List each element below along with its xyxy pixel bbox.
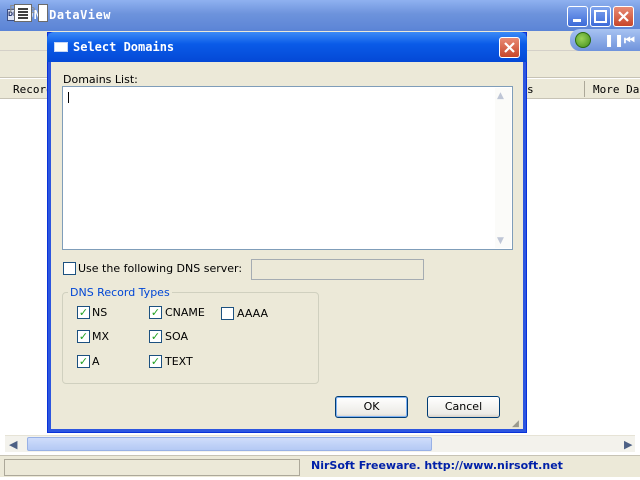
checkmark-icon: ✓ bbox=[150, 355, 161, 368]
use-dns-server-checkbox[interactable] bbox=[63, 262, 76, 275]
checkmark-icon: ✓ bbox=[78, 355, 89, 368]
column-header-s[interactable]: s bbox=[527, 83, 534, 96]
ns-label[interactable]: NS bbox=[92, 306, 107, 319]
maximize-icon bbox=[594, 10, 607, 23]
use-dns-server-label[interactable]: Use the following DNS server: bbox=[78, 262, 242, 275]
checkmark-icon: ✓ bbox=[150, 306, 161, 319]
scroll-right-icon[interactable]: ▶ bbox=[624, 438, 632, 451]
mx-label[interactable]: MX bbox=[92, 330, 109, 343]
scrollbar-thumb[interactable] bbox=[27, 437, 432, 451]
domains-vertical-scrollbar[interactable] bbox=[495, 88, 511, 248]
dialog-close-button[interactable] bbox=[499, 37, 520, 58]
cancel-button[interactable]: Cancel bbox=[427, 396, 500, 418]
a-checkbox[interactable]: ✓ bbox=[77, 355, 90, 368]
scroll-down-icon[interactable]: ▼ bbox=[497, 236, 504, 246]
domains-list-label: Domains List: bbox=[63, 73, 138, 86]
close-icon bbox=[618, 11, 629, 22]
aaaa-label[interactable]: AAAA bbox=[237, 307, 268, 320]
horizontal-scrollbar[interactable] bbox=[5, 435, 635, 452]
ok-button[interactable]: OK bbox=[335, 396, 408, 418]
properties-toolbar-button[interactable] bbox=[14, 4, 32, 22]
dialog-title: Select Domains bbox=[73, 40, 175, 54]
dialog-window-icon bbox=[54, 42, 68, 52]
mx-checkbox[interactable]: ✓ bbox=[77, 330, 90, 343]
minimize-button[interactable] bbox=[567, 6, 588, 27]
domains-list-textarea[interactable] bbox=[62, 86, 513, 250]
scroll-left-icon[interactable]: ◀ bbox=[9, 438, 17, 451]
ns-checkbox[interactable]: ✓ bbox=[77, 306, 90, 319]
resize-grip-icon[interactable]: ◢ bbox=[512, 418, 524, 430]
dns-server-input[interactable] bbox=[251, 259, 424, 280]
cname-label[interactable]: CNAME bbox=[165, 306, 205, 319]
globe-icon[interactable] bbox=[575, 32, 591, 48]
soa-label[interactable]: SOA bbox=[165, 330, 188, 343]
status-bar: NirSoft Freeware. http://www.nirsoft.net bbox=[0, 455, 640, 477]
checkmark-icon: ✓ bbox=[78, 330, 89, 343]
status-panel bbox=[4, 459, 300, 476]
column-header-more-data[interactable]: More Da bbox=[593, 83, 639, 96]
dns-record-types-label: DNS Record Types bbox=[68, 286, 172, 299]
close-icon bbox=[504, 42, 515, 53]
checkmark-icon: ✓ bbox=[150, 330, 161, 343]
main-close-button[interactable] bbox=[613, 6, 634, 27]
checkmark-icon: ✓ bbox=[78, 306, 89, 319]
text-label[interactable]: TEXT bbox=[165, 355, 193, 368]
previous-icon[interactable]: ⏮ bbox=[624, 33, 635, 48]
aaaa-checkbox[interactable] bbox=[221, 307, 234, 320]
cname-checkbox[interactable]: ✓ bbox=[149, 306, 162, 319]
nirsoft-link[interactable]: NirSoft Freeware. http://www.nirsoft.net bbox=[311, 459, 563, 472]
column-separator[interactable] bbox=[584, 81, 585, 97]
text-caret bbox=[68, 92, 69, 103]
scroll-up-icon[interactable]: ▲ bbox=[497, 91, 504, 101]
a-label[interactable]: A bbox=[92, 355, 100, 368]
pause-icon[interactable]: ❚❚ bbox=[604, 33, 624, 47]
list-icon bbox=[18, 8, 28, 19]
text-checkbox[interactable]: ✓ bbox=[149, 355, 162, 368]
minimize-icon bbox=[573, 19, 581, 22]
maximize-button[interactable] bbox=[590, 6, 611, 27]
save-toolbar-button[interactable] bbox=[38, 4, 48, 22]
soa-checkbox[interactable]: ✓ bbox=[149, 330, 162, 343]
